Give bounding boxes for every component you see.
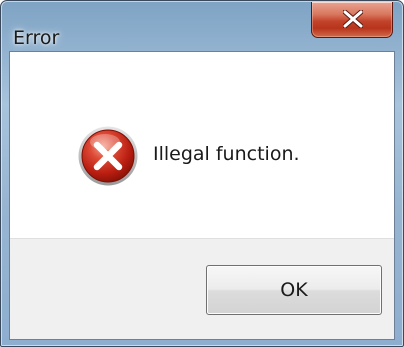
dialog-body: Illegal function. OK bbox=[9, 51, 395, 340]
error-icon bbox=[78, 126, 138, 186]
button-bar: OK bbox=[10, 238, 394, 339]
message-area: Illegal function. bbox=[10, 52, 394, 238]
error-message: Illegal function. bbox=[153, 143, 300, 165]
dialog-title: Error bbox=[13, 27, 60, 49]
close-icon bbox=[343, 10, 363, 28]
ok-button[interactable]: OK bbox=[206, 265, 382, 315]
title-bar[interactable]: Error bbox=[1, 1, 403, 51]
error-dialog-window: Error Illegal function. OK bbox=[0, 0, 404, 347]
close-button[interactable] bbox=[311, 2, 393, 38]
